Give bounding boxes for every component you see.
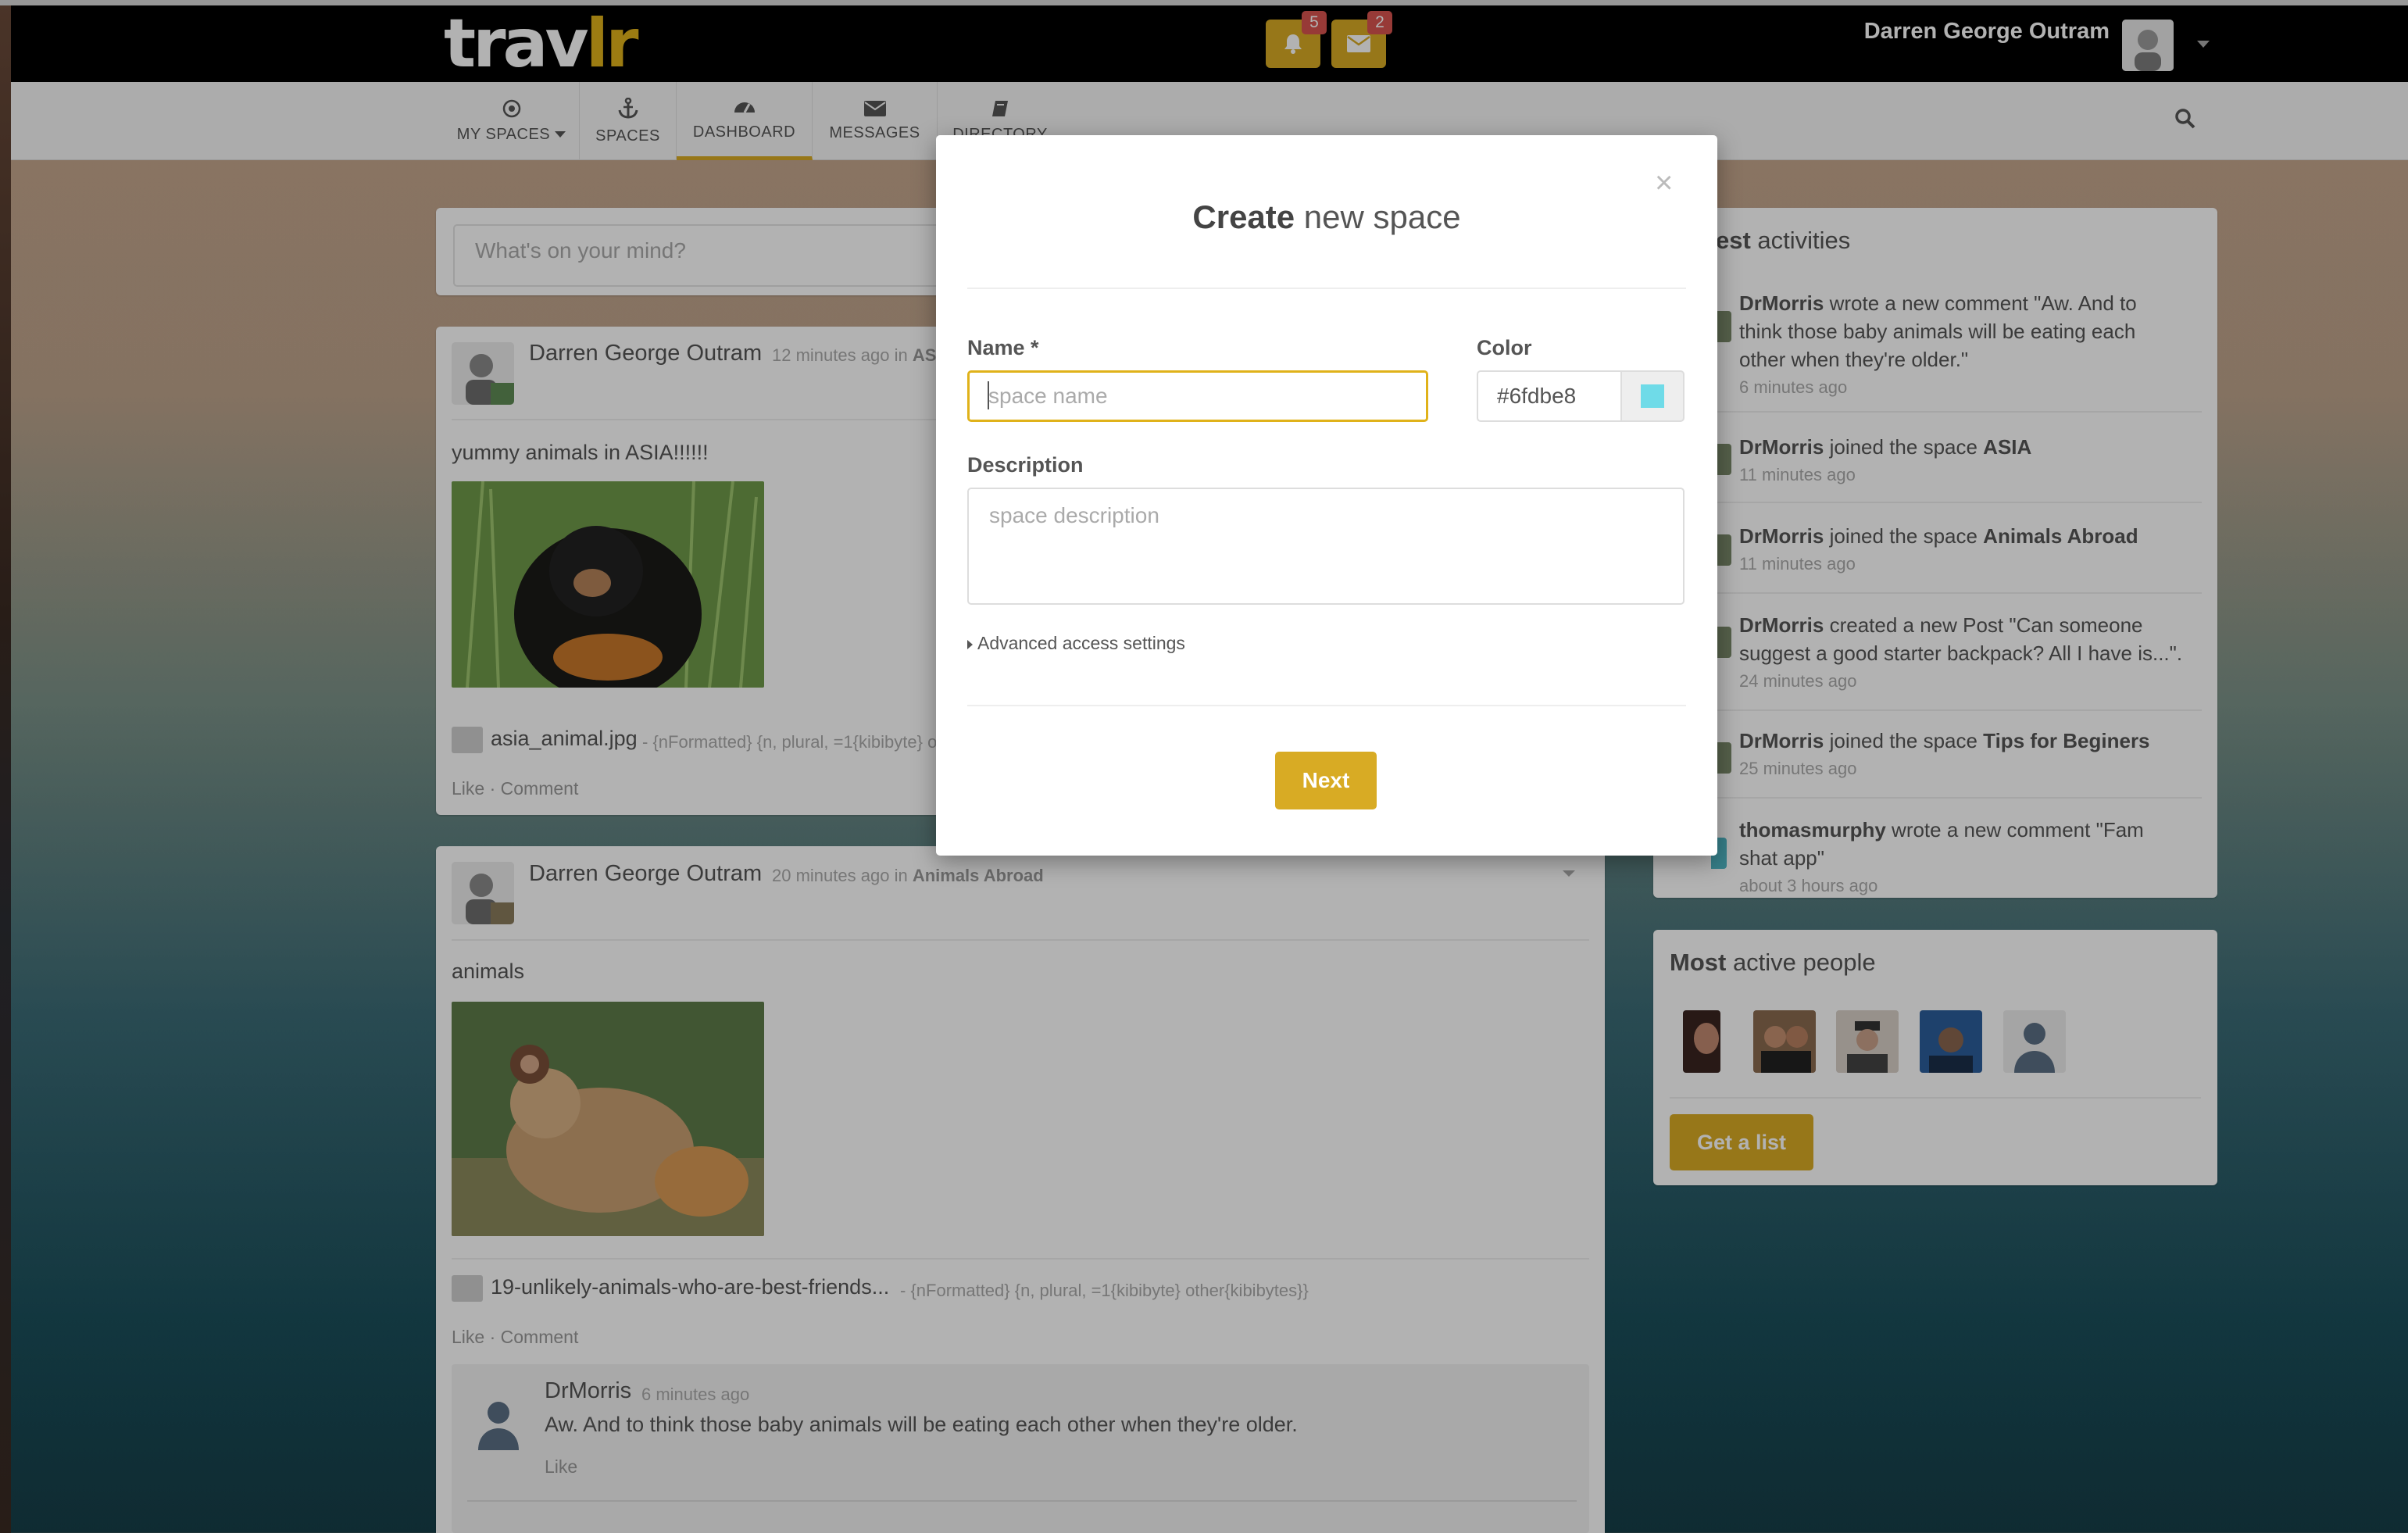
name-label: Name * bbox=[967, 336, 1039, 359]
description-label: Description bbox=[967, 453, 1084, 477]
advanced-access-settings-toggle[interactable]: Advanced access settings bbox=[967, 633, 1185, 654]
next-button[interactable]: Next bbox=[1275, 752, 1377, 809]
divider bbox=[967, 705, 1686, 706]
text-cursor bbox=[988, 381, 989, 409]
space-name-input[interactable]: space name bbox=[967, 370, 1428, 422]
caret-right-icon bbox=[967, 640, 973, 649]
color-picker-button[interactable] bbox=[1620, 370, 1685, 422]
modal-title: Create new space bbox=[1192, 198, 1461, 235]
space-description-input[interactable]: space description bbox=[967, 488, 1685, 605]
color-input[interactable]: #6fdbe8 bbox=[1477, 370, 1622, 422]
divider bbox=[967, 288, 1686, 289]
close-icon[interactable]: × bbox=[1655, 166, 1673, 201]
color-label: Color bbox=[1477, 336, 1532, 359]
color-swatch bbox=[1641, 384, 1664, 408]
